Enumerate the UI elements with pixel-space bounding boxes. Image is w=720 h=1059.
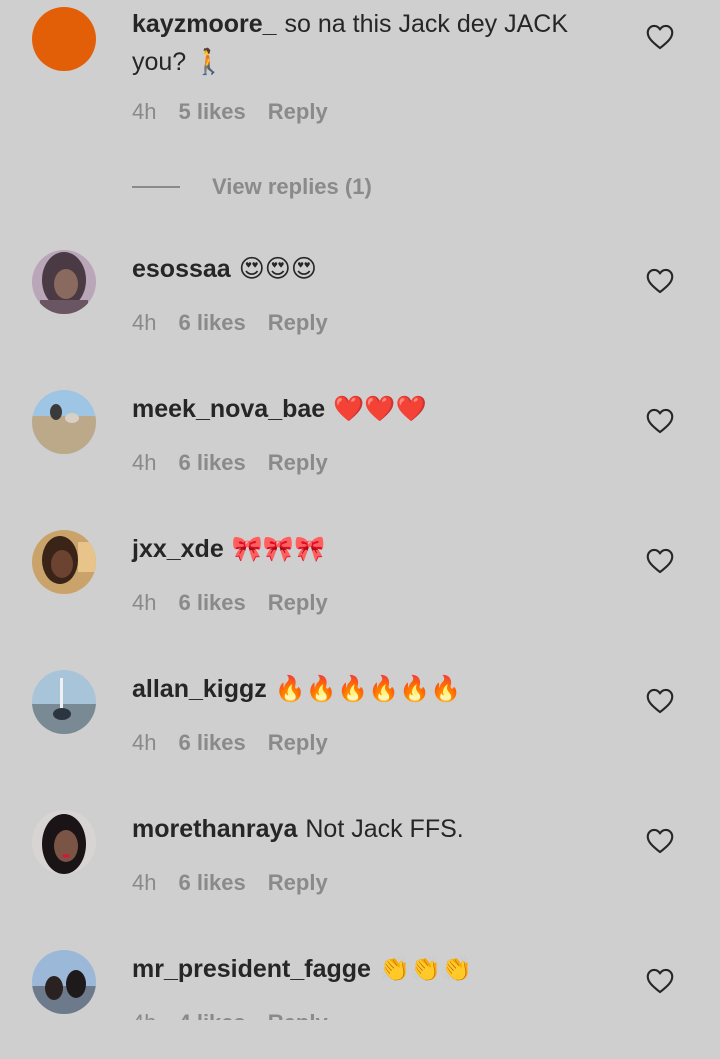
comment-time: 4h xyxy=(132,450,157,475)
avatar[interactable] xyxy=(32,250,96,314)
comment-likes[interactable]: 6 likes xyxy=(178,590,245,615)
avatar[interactable] xyxy=(32,670,96,734)
comment-content: Not Jack FFS. xyxy=(305,815,464,843)
comment-username[interactable]: morethanraya xyxy=(132,815,297,843)
comment-time: 4h xyxy=(132,590,157,615)
heart-outline-icon[interactable] xyxy=(646,548,674,574)
comment-meta: 4h 5 likes Reply xyxy=(132,99,622,125)
comment-text: meek_nova_bae ❤️❤️❤️ xyxy=(132,390,622,428)
divider-line xyxy=(132,186,180,188)
comment-time: 4h xyxy=(132,730,157,755)
avatar[interactable] xyxy=(32,810,96,874)
comment-meta: 4h 6 likes Reply xyxy=(132,730,622,756)
comment-text: mr_president_fagge 👏👏👏 xyxy=(132,950,622,988)
comment-username[interactable]: kayzmoore_ xyxy=(132,10,277,38)
comment-text: jxx_xde 🎀🎀🎀 xyxy=(132,530,622,568)
reply-button[interactable]: Reply xyxy=(268,590,328,615)
avatar[interactable] xyxy=(32,390,96,454)
heart-outline-icon[interactable] xyxy=(646,24,674,50)
comment-content: 🔥🔥🔥🔥🔥🔥 xyxy=(274,674,462,703)
reply-button[interactable]: Reply xyxy=(268,310,328,335)
comment-username[interactable]: jxx_xde xyxy=(132,535,224,563)
comment-likes[interactable]: 6 likes xyxy=(178,730,245,755)
reply-button[interactable]: Reply xyxy=(268,870,328,895)
comment-username[interactable]: meek_nova_bae xyxy=(132,395,325,423)
comment-meta: 4h 6 likes Reply xyxy=(132,310,622,336)
heart-outline-icon[interactable] xyxy=(646,968,674,994)
avatar[interactable] xyxy=(32,530,96,594)
comment-username[interactable]: mr_president_fagge xyxy=(132,955,371,983)
heart-outline-icon[interactable] xyxy=(646,408,674,434)
comment-content: 😍😍😍 xyxy=(238,254,317,283)
comment-time: 4h xyxy=(132,310,157,335)
comment-text: kayzmoore_ so na this Jack dey JACK you? … xyxy=(132,5,622,81)
reply-button[interactable]: Reply xyxy=(268,730,328,755)
comment-content: 🎀🎀🎀 xyxy=(231,534,326,563)
comment-username[interactable]: esossaa xyxy=(132,255,231,283)
scroll-clip xyxy=(0,1020,720,1059)
heart-outline-icon[interactable] xyxy=(646,688,674,714)
comment-likes[interactable]: 6 likes xyxy=(178,450,245,475)
comment-content: ❤️❤️❤️ xyxy=(333,394,427,423)
comment-text: allan_kiggz 🔥🔥🔥🔥🔥🔥 xyxy=(132,670,622,708)
comment-likes[interactable]: 6 likes xyxy=(178,870,245,895)
comment-time: 4h xyxy=(132,870,157,895)
comment-text: esossaa 😍😍😍 xyxy=(132,250,622,288)
comment-meta: 4h 6 likes Reply xyxy=(132,590,622,616)
comment-likes[interactable]: 5 likes xyxy=(178,99,245,124)
reply-button[interactable]: Reply xyxy=(268,450,328,475)
avatar[interactable] xyxy=(32,950,96,1014)
avatar[interactable] xyxy=(32,7,96,71)
comment-text: morethanraya Not Jack FFS. xyxy=(132,810,622,848)
view-replies-button[interactable]: View replies (1) xyxy=(132,172,372,202)
comment-meta: 4h 6 likes Reply xyxy=(132,450,622,476)
heart-outline-icon[interactable] xyxy=(646,268,674,294)
reply-button[interactable]: Reply xyxy=(268,99,328,124)
view-replies-label[interactable]: View replies (1) xyxy=(212,174,372,200)
comment-username[interactable]: allan_kiggz xyxy=(132,675,267,703)
comment-meta: 4h 6 likes Reply xyxy=(132,870,622,896)
comment-likes[interactable]: 6 likes xyxy=(178,310,245,335)
heart-outline-icon[interactable] xyxy=(646,828,674,854)
comment-content: 👏👏👏 xyxy=(378,954,473,983)
comment-time: 4h xyxy=(132,99,157,124)
